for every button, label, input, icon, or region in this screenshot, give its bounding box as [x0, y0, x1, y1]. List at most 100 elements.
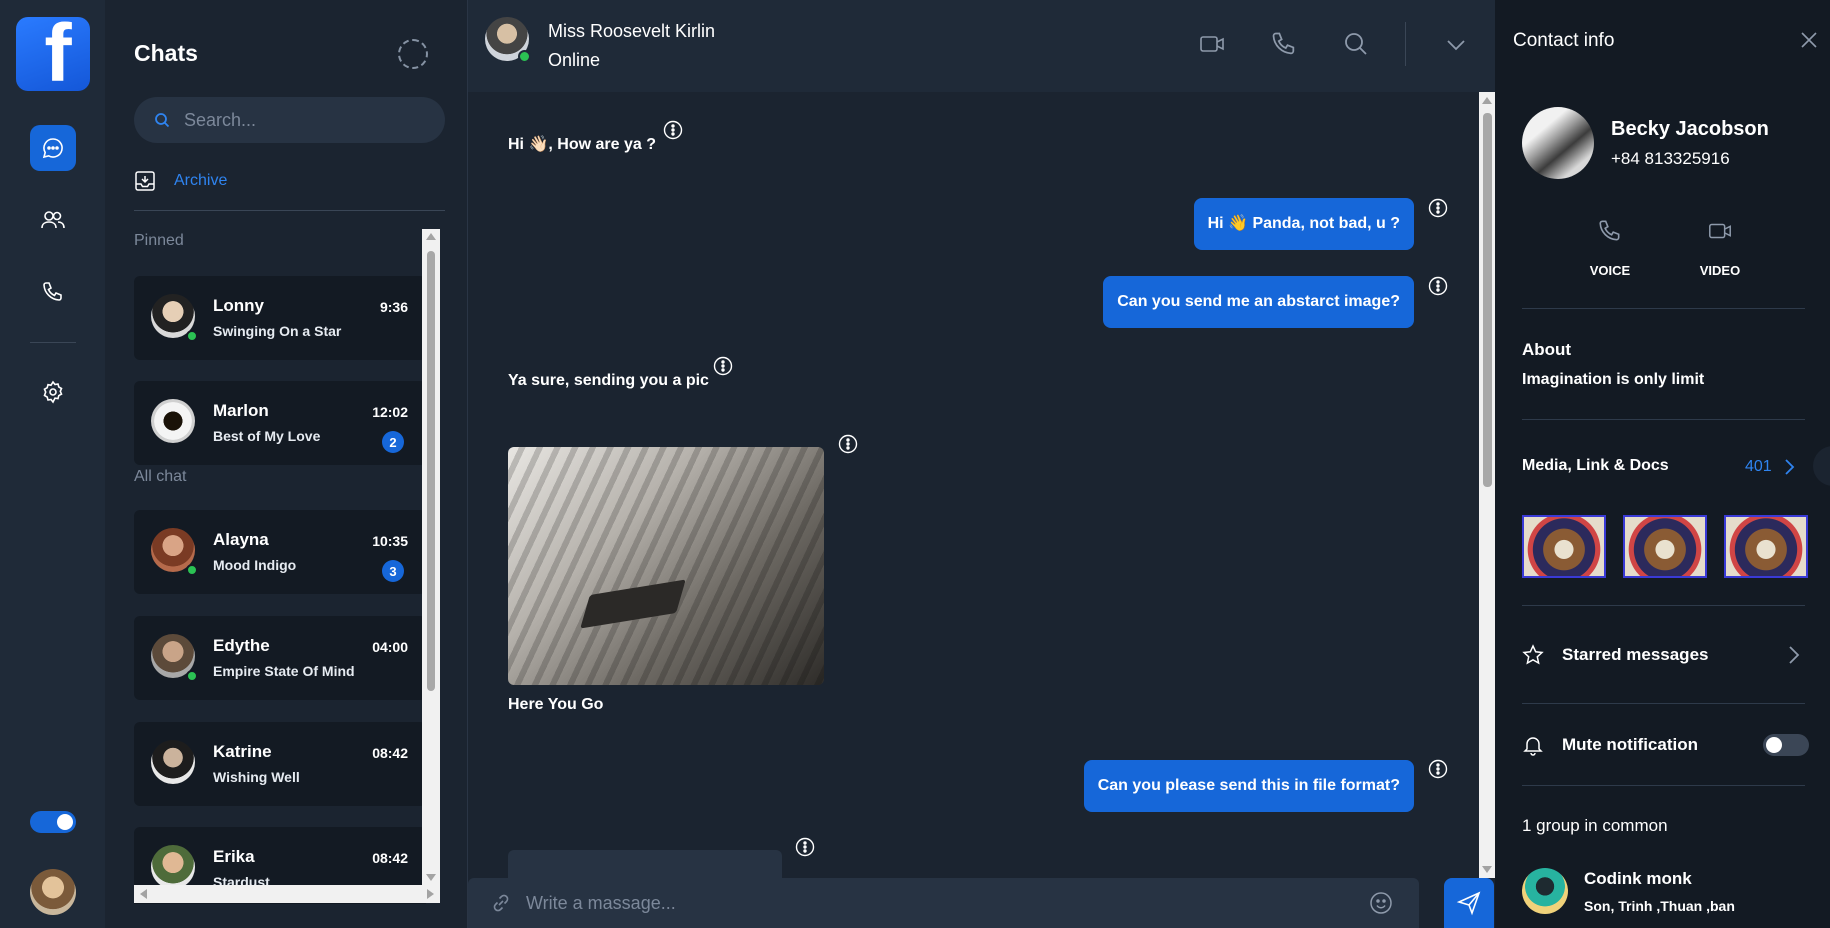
avatar [151, 740, 195, 784]
image-caption: Here You Go [508, 696, 604, 713]
chat-name: Katrine [213, 742, 272, 761]
scroll-down-icon[interactable] [1482, 866, 1492, 873]
chevron-right-icon[interactable] [1781, 458, 1797, 476]
online-indicator [186, 564, 198, 576]
facebook-logo[interactable]: f [16, 17, 90, 91]
message-outgoing[interactable]: Can you send me an abstarct image? [1103, 276, 1414, 328]
conversation-header: Miss Roosevelt Kirlin Online [468, 0, 1496, 92]
scroll-left-icon[interactable] [140, 889, 147, 899]
group-avatar[interactable] [1522, 868, 1568, 914]
voice-call-button[interactable]: VOICE [1565, 218, 1655, 278]
info-icon[interactable] [713, 356, 733, 376]
mute-toggle[interactable] [1763, 734, 1809, 756]
close-icon[interactable] [1799, 30, 1819, 50]
chat-preview: Wishing Well [213, 769, 300, 785]
chat-time: 04:00 [372, 639, 408, 655]
calls-nav-button[interactable] [30, 269, 76, 315]
phone-icon [43, 282, 62, 301]
loading-spinner-icon [398, 39, 428, 69]
scroll-up-icon[interactable] [426, 233, 436, 240]
attachment-icon[interactable] [490, 892, 512, 914]
starred-messages-row[interactable]: Starred messages [1522, 640, 1812, 670]
messages-scrollbar[interactable] [1479, 92, 1496, 878]
info-icon[interactable] [795, 837, 815, 857]
emoji-icon[interactable] [1369, 891, 1393, 915]
chats-title: Chats [134, 40, 198, 66]
chat-item-marlon[interactable]: Marlon Best of My Love 12:02 2 [134, 381, 426, 465]
contact-name: Becky Jacobson [1611, 118, 1769, 140]
star-icon [1522, 644, 1544, 665]
shared-image[interactable] [508, 447, 824, 685]
scroll-right-icon[interactable] [427, 889, 434, 899]
settings-nav-button[interactable] [30, 369, 76, 415]
chat-item-edythe[interactable]: Edythe Empire State Of Mind 04:00 [134, 616, 426, 700]
voice-call-icon[interactable] [1270, 30, 1298, 58]
chat-item-alayna[interactable]: Alayna Mood Indigo 10:35 3 [134, 510, 426, 594]
info-icon[interactable] [663, 120, 683, 140]
contact-info-panel: Contact info Becky Jacobson +84 81332591… [1495, 0, 1830, 928]
message-outgoing[interactable]: Hi 👋 Panda, not bad, u ? [1193, 198, 1414, 250]
info-icon[interactable] [838, 434, 858, 454]
send-button[interactable] [1444, 878, 1494, 928]
video-camera-icon [1709, 223, 1731, 239]
chevron-right-icon[interactable] [1785, 645, 1801, 665]
rail-divider [30, 342, 76, 343]
info-icon[interactable] [1428, 198, 1448, 218]
message-outgoing[interactable]: Can you please send this in file format? [1083, 760, 1414, 812]
scroll-down-icon[interactable] [426, 874, 436, 881]
media-thumbnail[interactable] [1724, 515, 1808, 578]
unread-badge: 2 [382, 431, 404, 453]
chat-preview: Swinging On a Star [213, 323, 342, 339]
video-call-icon[interactable] [1198, 30, 1226, 58]
group-name[interactable]: Codink monk [1584, 869, 1692, 889]
mute-label: Mute notification [1562, 735, 1698, 754]
divider [1522, 605, 1805, 606]
archive-link[interactable]: Archive [134, 170, 227, 192]
contact-avatar[interactable] [1522, 107, 1594, 179]
search-bar[interactable] [134, 97, 445, 143]
chat-list-scrollbar[interactable] [422, 229, 440, 885]
video-call-button[interactable]: VIDEO [1675, 218, 1765, 278]
media-thumbnail[interactable] [1623, 515, 1707, 578]
info-icon[interactable] [1428, 276, 1448, 296]
media-thumbnail[interactable] [1522, 515, 1606, 578]
contacts-nav-button[interactable] [30, 197, 76, 243]
chats-panel: Chats Archive Pinned Lonny Swinging On a… [105, 0, 467, 928]
search-input[interactable] [184, 109, 424, 131]
divider [1522, 308, 1805, 309]
search-icon[interactable] [1342, 30, 1370, 58]
scroll-thumb[interactable] [427, 251, 435, 691]
file-attachment[interactable] [508, 850, 782, 878]
chat-item-lonny[interactable]: Lonny Swinging On a Star 9:36 [134, 276, 426, 360]
info-icon[interactable] [1428, 759, 1448, 779]
archive-icon [135, 171, 155, 191]
chevron-down-icon[interactable] [1442, 30, 1470, 58]
panel-handle[interactable] [1813, 446, 1830, 486]
chat-name: Edythe [213, 636, 270, 655]
nav-rail: f [0, 0, 105, 928]
archive-label: Archive [174, 172, 228, 189]
scroll-thumb[interactable] [1483, 113, 1492, 487]
divider [1522, 785, 1805, 786]
gear-icon [43, 380, 63, 404]
chat-nav-button[interactable] [30, 125, 76, 171]
message-incoming[interactable]: Ya sure, sending you a pic [508, 372, 709, 390]
contact-info-title: Contact info [1513, 30, 1615, 51]
contact-name[interactable]: Miss Roosevelt Kirlin [548, 21, 715, 42]
chat-item-katrine[interactable]: Katrine Wishing Well 08:42 [134, 722, 426, 806]
composer-field[interactable] [468, 878, 1419, 928]
message-incoming[interactable]: Hi 👋🏻, How are ya ? [508, 134, 656, 154]
scroll-up-icon[interactable] [1482, 97, 1492, 104]
chat-time: 9:36 [379, 299, 408, 315]
media-count[interactable]: 401 [1745, 458, 1772, 476]
online-indicator [186, 670, 198, 682]
chat-list: Pinned Lonny Swinging On a Star 9:36 Mar… [134, 229, 445, 904]
conversation-panel: Miss Roosevelt Kirlin Online Hi 👋🏻, How … [467, 0, 1496, 928]
chat-list-horizontal-scrollbar[interactable] [134, 885, 440, 903]
message-input[interactable] [526, 890, 1326, 916]
voice-label: VOICE [1589, 263, 1631, 278]
divider [134, 210, 445, 211]
chat-time: 08:42 [372, 850, 408, 866]
theme-toggle[interactable] [30, 811, 76, 833]
user-avatar[interactable] [30, 869, 76, 915]
